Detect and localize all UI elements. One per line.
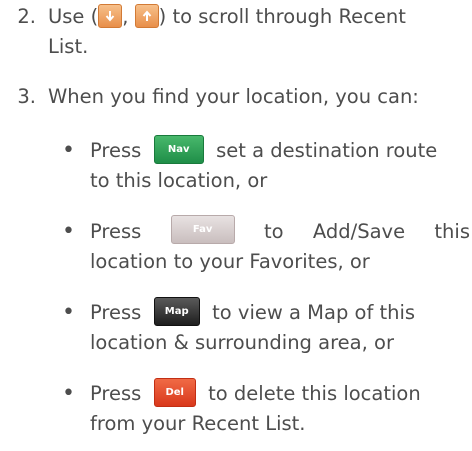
bullet-nav-line-1: Press Nav set a destination route bbox=[90, 135, 470, 166]
step-text: When you find your location, you can: bbox=[48, 82, 470, 112]
step-number: 2. bbox=[17, 5, 36, 28]
bullet-text: Press Map to view a Map of this location… bbox=[90, 297, 470, 358]
bullet-text: Press Fav to Add/Save this location to y… bbox=[90, 215, 470, 277]
bullet-map-line-2: location & surrounding area, or bbox=[90, 331, 394, 354]
press-label: Press bbox=[90, 220, 142, 243]
press-label: Press bbox=[90, 382, 142, 405]
scroll-text: ) to scroll through Recent bbox=[158, 5, 406, 28]
press-label: Press bbox=[90, 301, 142, 324]
bullet-text: Press Del to delete this location from y… bbox=[90, 378, 470, 439]
scroll-up-button[interactable] bbox=[134, 3, 159, 28]
use-label: Use ( bbox=[48, 5, 99, 28]
step-number: 3. bbox=[17, 85, 36, 108]
bullet-symbol: • bbox=[62, 381, 75, 406]
bullet-symbol: • bbox=[62, 138, 75, 163]
nav-button[interactable]: Nav bbox=[153, 135, 204, 164]
step-2-line-1: Use (, ) to scroll through Recent bbox=[48, 2, 470, 32]
bullet-fav-line-2: location to your Favorites, or bbox=[90, 250, 370, 273]
fav-word-3: this bbox=[434, 220, 470, 243]
fav-button[interactable]: Fav bbox=[170, 215, 235, 244]
del-button[interactable]: Del bbox=[153, 378, 196, 407]
bullet-nav-line-2: to this location, or bbox=[90, 169, 268, 192]
press-label: Press bbox=[90, 139, 142, 162]
map-button[interactable]: Map bbox=[153, 297, 200, 326]
down-arrow-icon bbox=[105, 10, 115, 22]
bullet-symbol: • bbox=[62, 300, 75, 325]
del-description: to delete this location bbox=[208, 382, 421, 405]
map-description: to view a Map of this bbox=[212, 301, 416, 324]
separator: , bbox=[122, 5, 129, 28]
bullet-del-line-1: Press Del to delete this location bbox=[90, 378, 470, 409]
bullet-text: Press Nav set a destination route to thi… bbox=[90, 135, 470, 196]
step-2-line-2: List. bbox=[48, 35, 89, 58]
fav-word-2: Add/Save bbox=[312, 220, 406, 243]
step-3-line: When you find your location, you can: bbox=[48, 85, 419, 108]
up-arrow-icon bbox=[142, 9, 151, 21]
scroll-down-button[interactable] bbox=[98, 3, 123, 28]
nav-description: set a destination route bbox=[216, 139, 438, 162]
fav-word-1: to bbox=[263, 220, 284, 243]
bullet-symbol: • bbox=[62, 219, 75, 244]
bullet-map-line-1: Press Map to view a Map of this bbox=[90, 297, 470, 328]
bullet-fav-line-1: Press Fav to Add/Save this bbox=[90, 215, 470, 247]
bullet-del-line-2: from your Recent List. bbox=[90, 412, 306, 435]
step-text: Use (, ) to scroll through Recent List. bbox=[48, 2, 470, 62]
